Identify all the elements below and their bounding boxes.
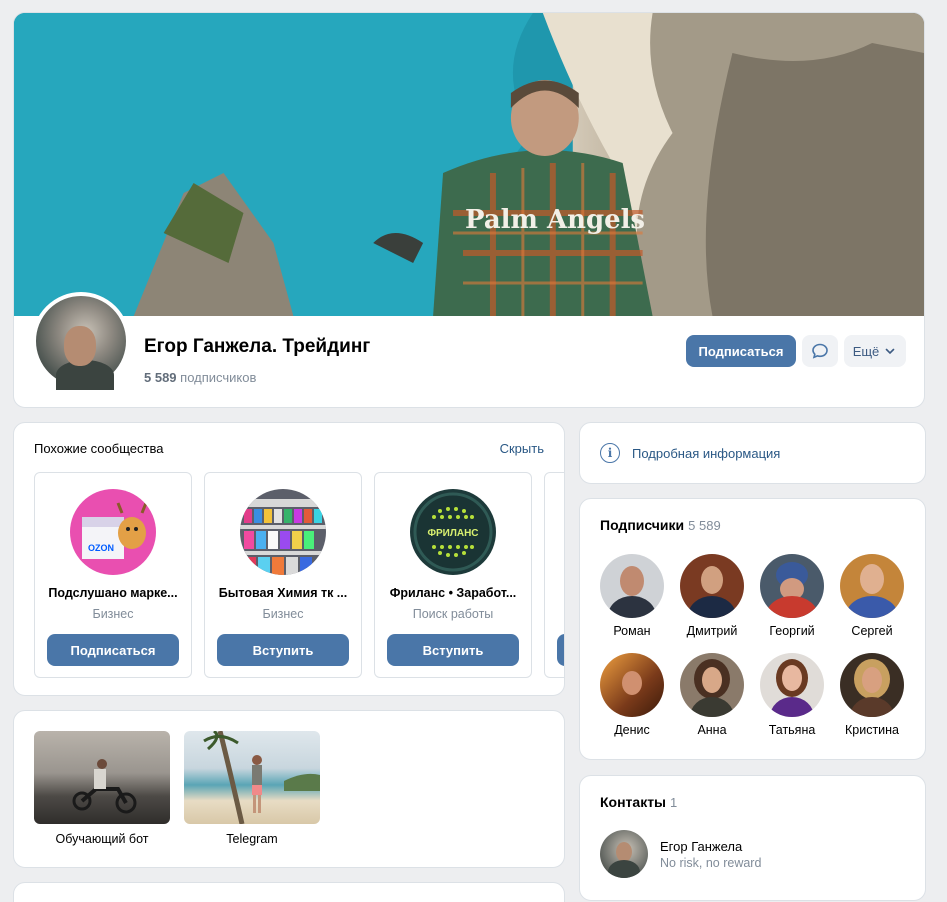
community-avatar[interactable] — [32, 292, 130, 390]
community-name[interactable]: Фриланс • Заработ... — [383, 586, 523, 600]
follower-name: Денис — [614, 723, 650, 737]
follower-name: Роман — [613, 624, 651, 638]
follower-avatar — [600, 554, 664, 618]
community-header: Palm Angels Егор Ганжела. Трейдинг 5 589… — [13, 12, 925, 408]
follower-item[interactable]: Дмитрий — [672, 554, 752, 638]
follower-name: Георгий — [769, 624, 815, 638]
follower-name: Анна — [697, 723, 727, 737]
message-button[interactable] — [802, 335, 838, 367]
community-card[interactable]: Бытовая Химия тк ... Бизнес Вступить — [204, 472, 362, 678]
subscribers-count[interactable]: 5 589 подписчиков — [144, 370, 256, 385]
follower-avatar — [840, 554, 904, 618]
link-caption: Telegram — [226, 832, 278, 846]
contact-description: No risk, no reward — [660, 855, 762, 870]
follower-avatar — [680, 653, 744, 717]
follower-avatar — [840, 653, 904, 717]
join-community-button[interactable]: Вступить — [387, 634, 519, 666]
contact-avatar — [600, 830, 648, 878]
follower-item[interactable]: Сергей — [832, 554, 912, 638]
follower-name: Татьяна — [768, 723, 816, 737]
follower-item[interactable]: Татьяна — [752, 653, 832, 737]
follower-item[interactable]: Георгий — [752, 554, 832, 638]
freelance-logo-text: ФРИЛАНС — [427, 528, 478, 539]
follower-name: Сергей — [851, 624, 893, 638]
more-button[interactable]: Ещё — [844, 335, 906, 367]
follower-avatar — [680, 554, 744, 618]
community-name[interactable]: Бытовая Химия тк ... — [213, 586, 353, 600]
link-item[interactable]: Telegram — [184, 731, 320, 846]
similar-communities: Похожие сообщества Скрыть OZON Подслушан… — [13, 422, 565, 696]
community-name[interactable]: Подслушано марке... — [43, 586, 183, 600]
ozon-logo-text: OZON — [88, 543, 114, 553]
followers-count: 5 589 — [688, 518, 721, 533]
links-section: Обучающий бот Telegram — [13, 710, 565, 868]
chat-bubble-icon — [812, 343, 828, 359]
link-thumbnail — [34, 731, 170, 824]
followers-card: Подписчики 5 589 Роман Дмитрий Георгий Се… — [579, 498, 926, 760]
contacts-card: Контакты 1 Егор Ганжела No risk, no rewar… — [579, 775, 926, 901]
follower-item[interactable]: Денис — [592, 653, 672, 737]
join-community-button-partial[interactable] — [557, 634, 564, 666]
link-item[interactable]: Обучающий бот — [34, 731, 170, 846]
community-card[interactable]: OZON Подслушано марке... Бизнес Подписат… — [34, 472, 192, 678]
community-card[interactable]: ФРИЛАНС Фриланс • Заработ... Поиск работ… — [374, 472, 532, 678]
community-avatar-ozon: OZON — [70, 489, 156, 575]
community-card-partial[interactable] — [544, 472, 564, 678]
community-category: Бизнес — [92, 607, 134, 621]
follower-item[interactable]: Роман — [592, 554, 672, 638]
subscribers-label: подписчиков — [180, 370, 257, 385]
next-section-card — [13, 882, 565, 902]
contacts-count: 1 — [670, 795, 678, 810]
page-title: Егор Ганжела. Трейдинг — [144, 336, 371, 357]
contact-item[interactable]: Егор Ганжела No risk, no reward — [600, 830, 761, 878]
link-caption: Обучающий бот — [55, 832, 149, 846]
link-thumbnail — [184, 731, 320, 824]
follower-avatar — [600, 653, 664, 717]
more-label: Ещё — [852, 343, 880, 359]
followers-title[interactable]: Подписчики 5 589 — [600, 517, 721, 533]
community-category: Бизнес — [262, 607, 304, 621]
subscribe-community-button[interactable]: Подписаться — [47, 634, 179, 666]
community-avatar-freelance: ФРИЛАНС — [410, 489, 496, 575]
follower-avatar — [760, 554, 824, 618]
contact-name[interactable]: Егор Ганжела — [660, 839, 761, 854]
follower-name: Кристина — [844, 723, 900, 737]
detailed-info-card[interactable]: i Подробная информация — [579, 422, 926, 484]
info-icon: i — [600, 443, 620, 463]
cover-image: Palm Angels — [14, 13, 924, 316]
join-community-button[interactable]: Вступить — [217, 634, 349, 666]
follower-item[interactable]: Анна — [672, 653, 752, 737]
subscribe-button[interactable]: Подписаться — [686, 335, 796, 367]
follower-avatar — [760, 653, 824, 717]
cover-shirt-text: Palm Angels — [465, 205, 645, 235]
follower-name: Дмитрий — [686, 624, 738, 638]
community-avatar-chemistry — [240, 489, 326, 575]
community-category: Поиск работы — [412, 607, 494, 621]
follower-item[interactable]: Кристина — [832, 653, 912, 737]
contacts-title[interactable]: Контакты 1 — [600, 794, 677, 810]
detailed-info-link[interactable]: Подробная информация — [632, 446, 780, 461]
hide-link[interactable]: Скрыть — [500, 441, 544, 456]
chevron-down-icon — [885, 348, 895, 355]
similar-title: Похожие сообщества — [34, 441, 164, 456]
subscribers-number: 5 589 — [144, 370, 177, 385]
